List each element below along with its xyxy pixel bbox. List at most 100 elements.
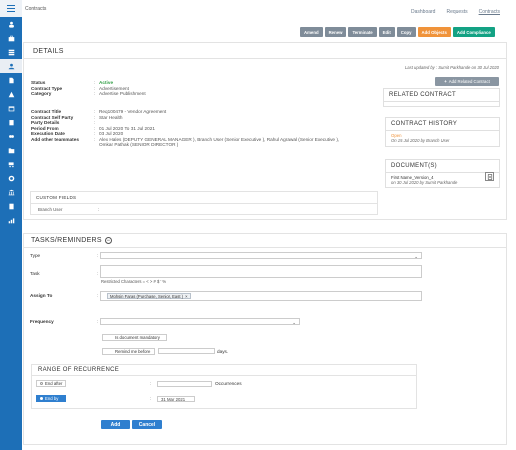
divider <box>32 375 416 376</box>
folder-icon[interactable] <box>0 143 22 157</box>
field-row: Contract Self Party: Star Health <box>31 115 391 120</box>
field-label: Status <box>31 80 46 85</box>
divider <box>24 247 506 248</box>
history-detail: On 15 Jul 2020 by Branch User <box>391 138 450 143</box>
chevron-down-icon: ⌄ <box>414 253 418 259</box>
end-by-date-input[interactable]: 31 Mar 2021 <box>157 396 195 402</box>
calendar-icon[interactable] <box>0 101 22 115</box>
end-by-label: End by <box>45 396 59 401</box>
tasks-title-wrap: TASKS/REMINDERS − <box>31 237 112 244</box>
amend-button[interactable]: Amend <box>300 27 323 37</box>
renew-button[interactable]: Renew <box>324 27 347 37</box>
task-label: Task <box>30 271 40 276</box>
terminate-button[interactable]: Terminate <box>348 27 377 37</box>
field-row: Status: Active <box>31 80 391 85</box>
field-value: Req100479 - Vendor Agreement <box>99 109 167 114</box>
task-textarea[interactable] <box>100 265 422 278</box>
field-separator: : <box>97 319 99 324</box>
users-icon[interactable] <box>0 17 22 31</box>
field-label: Execution Date <box>31 131 65 136</box>
top-nav: Dashboard Requests Contracts <box>411 9 500 15</box>
document-name[interactable]: First Name_Version_4 <box>386 173 499 180</box>
link-icon[interactable] <box>0 129 22 143</box>
add-button[interactable]: Add <box>101 420 130 429</box>
details-title: DETAILS <box>33 48 64 55</box>
status-value: Active <box>99 80 114 85</box>
range-of-recurrence: RANGE OF RECURRENCE End after : Occurren… <box>31 364 417 409</box>
close-icon[interactable]: × <box>185 294 187 299</box>
field-label: Party Details <box>31 120 60 125</box>
field-row: Add other teammates: Alex Hales (DEPUTY … <box>31 137 391 147</box>
support-icon[interactable] <box>0 171 22 185</box>
mandatory-checkbox[interactable]: Is document mandatory <box>102 334 167 341</box>
end-by-option[interactable]: End by <box>36 395 66 402</box>
copy-button[interactable]: Copy <box>396 27 416 37</box>
add-compliance-button[interactable]: Add Compliance <box>452 27 495 37</box>
add-related-contract-button[interactable]: + Add Related Contract <box>435 77 499 86</box>
field-row: Contract Type: Advertisement <box>31 86 391 91</box>
details-panel: DETAILS Last updated by : Sumit Parkhand… <box>23 42 507 220</box>
download-icon[interactable] <box>485 172 494 181</box>
field-label: Category <box>31 91 52 96</box>
field-separator: : <box>97 271 99 276</box>
contract-history-title: CONTRACT HISTORY <box>386 118 499 131</box>
nav-contracts[interactable]: Contracts <box>479 9 500 15</box>
related-contract-card: RELATED CONTRACT <box>383 88 500 107</box>
custom-field-label: Branch User <box>38 207 63 212</box>
field-value: 01 Jul 2020 To 31 Jul 2021 <box>99 125 155 131</box>
occurrences-input[interactable] <box>157 381 212 387</box>
user-icon[interactable] <box>0 59 22 73</box>
custom-fields-box: CUSTOM FIELDS Branch User : <box>30 191 378 215</box>
plus-icon: + <box>444 79 447 84</box>
cancel-button[interactable]: Cancel <box>132 420 162 429</box>
field-label: Contract Title <box>31 109 62 114</box>
mandatory-label: Is document mandatory <box>115 335 160 340</box>
sidebar <box>0 0 22 450</box>
bank-icon[interactable] <box>0 185 22 199</box>
end-after-option[interactable]: End after <box>36 380 66 387</box>
document-icon[interactable] <box>0 73 22 87</box>
field-row: Category: Advertise Publishment <box>31 91 391 96</box>
edit-button[interactable]: Edit <box>378 27 395 37</box>
chevron-down-icon: ⌄ <box>292 319 296 325</box>
assignee-chip: Mohsin Faras (Purchase, Senior, East ) × <box>107 293 191 299</box>
custom-field-row: Branch User : <box>31 204 377 215</box>
building-icon[interactable] <box>0 199 22 213</box>
field-separator: : <box>98 207 100 212</box>
field-value: Advertise Publishment <box>99 91 146 96</box>
frequency-label: Frequency <box>30 319 54 324</box>
nav-dashboard[interactable]: Dashboard <box>411 9 435 15</box>
remind-checkbox[interactable]: Remind me before <box>102 348 155 355</box>
radio-icon <box>40 397 43 400</box>
menu-icon[interactable] <box>0 0 22 17</box>
chart-icon[interactable] <box>0 213 22 227</box>
contract-history-card: CONTRACT HISTORY Open On 15 Jul 2020 by … <box>385 117 500 147</box>
nav-requests[interactable]: Requests <box>446 9 467 15</box>
type-select[interactable]: ⌄ <box>100 252 422 259</box>
documents-card: DOCUMENT(S) First Name_Version_4 on 30 J… <box>385 159 500 188</box>
field-row: Period From: 01 Jul 2020 To 31 Jul 2021 <box>31 126 391 131</box>
documents-title: DOCUMENT(S) <box>386 160 499 173</box>
cart-icon[interactable] <box>0 157 22 171</box>
add-objects-button[interactable]: Add Objects <box>417 27 451 37</box>
field-separator: : <box>150 381 152 386</box>
collapse-icon[interactable]: − <box>104 237 112 244</box>
field-value: Star Health <box>99 114 123 120</box>
stack-icon[interactable] <box>0 45 22 59</box>
clipboard-icon[interactable] <box>0 115 22 129</box>
field-label: Contract Type <box>31 85 63 91</box>
briefcase-icon[interactable] <box>0 31 22 45</box>
field-separator: : <box>97 253 99 258</box>
field-value: 03 Jul 2020 <box>99 131 124 136</box>
tasks-panel: TASKS/REMINDERS − Type : ⌄ Task : Restri… <box>23 233 507 445</box>
assign-label: Assign To <box>30 293 53 298</box>
remind-days-input[interactable] <box>158 348 215 354</box>
frequency-select[interactable]: ⌄ <box>100 318 300 325</box>
last-updated: Last updated by : Sumit Parkhande on 30 … <box>404 65 499 70</box>
field-label: Contract Self Party <box>31 114 74 120</box>
divider <box>24 58 506 59</box>
range-title: RANGE OF RECURRENCE <box>38 367 120 373</box>
field-value: Advertisement <box>99 85 129 91</box>
warning-icon[interactable] <box>0 87 22 101</box>
type-label: Type <box>30 253 41 258</box>
